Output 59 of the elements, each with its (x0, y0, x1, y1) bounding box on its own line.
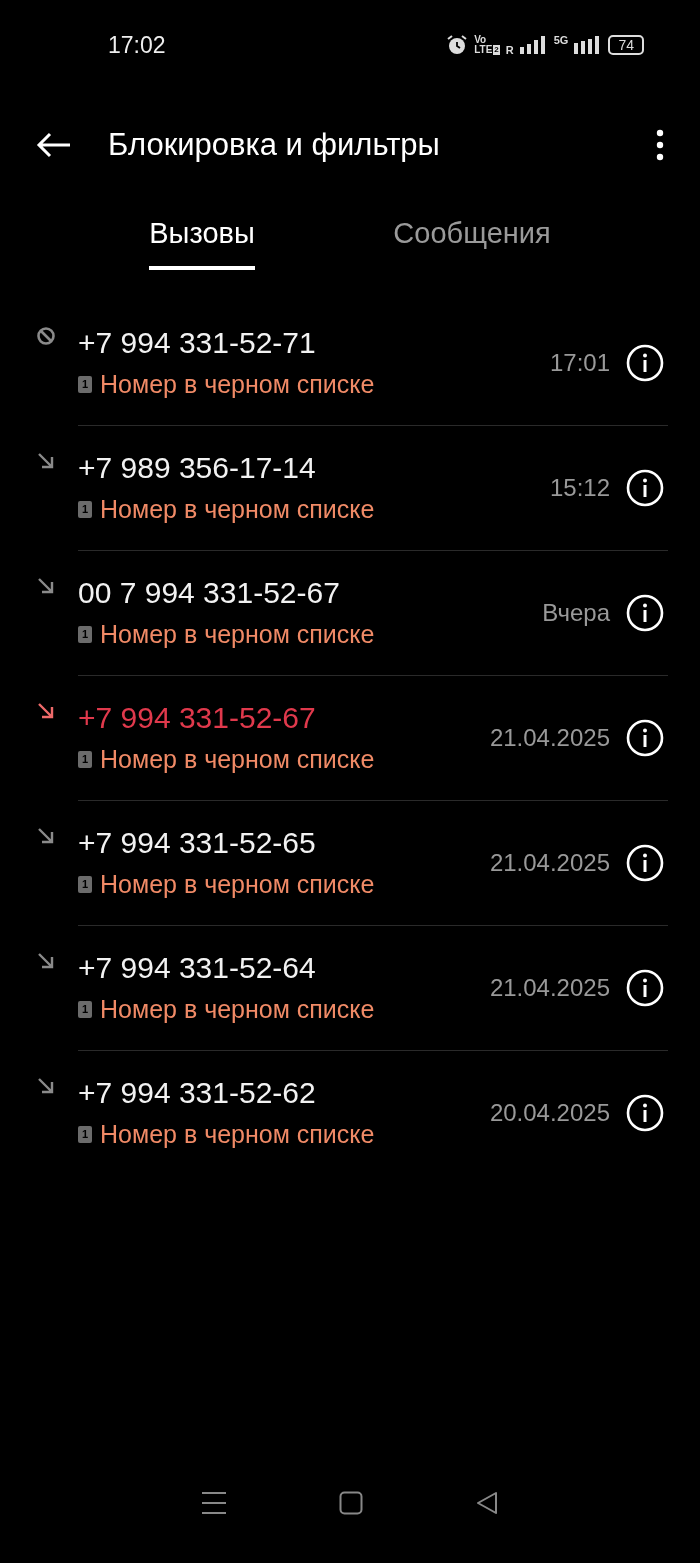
phone-number: 00 7 994 331-52-67 (78, 576, 341, 610)
incoming-arrow-icon (36, 451, 56, 471)
block-reason: Номер в черном списке (100, 870, 375, 899)
info-icon[interactable] (626, 718, 664, 757)
status-time: 17:02 (108, 31, 166, 59)
info-icon[interactable] (626, 968, 664, 1007)
call-time: 21.04.2025 (489, 973, 610, 1002)
tab[interactable]: Сообщения (393, 200, 551, 270)
incoming-arrow-icon (36, 1076, 56, 1096)
block-reason: Номер в черном списке (100, 620, 375, 649)
sim-badge: 1 (78, 626, 92, 643)
phone-number: +7 994 331-52-64 (78, 951, 317, 985)
info-icon[interactable] (626, 843, 664, 882)
sim-badge: 1 (78, 1001, 92, 1018)
call-time: 21.04.2025 (489, 848, 610, 877)
call-time: Вчера (542, 598, 610, 627)
info-icon[interactable] (626, 593, 664, 632)
phone-number: +7 994 331-52-62 (78, 1076, 317, 1110)
blocked-icon (36, 326, 56, 346)
phone-number: +7 994 331-52-65 (78, 826, 317, 860)
roaming-label: R (505, 44, 514, 56)
sim-label: 2 (493, 45, 500, 55)
tab[interactable]: Вызовы (149, 200, 255, 270)
volte-label: Vo (474, 35, 488, 45)
incoming-arrow-icon (36, 826, 56, 846)
phone-number: +7 994 331-52-71 (78, 326, 317, 360)
menu-icon[interactable] (201, 1491, 227, 1515)
call-time: 15:12 (549, 473, 610, 502)
incoming-arrow-icon (36, 951, 56, 971)
call-time: 17:01 (549, 348, 610, 377)
sim-badge: 1 (78, 501, 92, 518)
sim-badge: 1 (78, 751, 92, 768)
lte-label: LTE (474, 45, 493, 55)
incoming-arrow-icon (36, 701, 56, 721)
home-button-icon[interactable] (339, 1491, 363, 1515)
sim-badge: 1 (78, 876, 92, 893)
sim-badge: 1 (78, 1126, 92, 1143)
info-icon[interactable] (626, 468, 664, 507)
block-reason: Номер в черном списке (100, 370, 375, 399)
call-time: 21.04.2025 (489, 723, 610, 752)
page-title: Блокировка и фильтры (108, 127, 441, 163)
sim-badge: 1 (78, 376, 92, 393)
alarm-clock-icon (446, 34, 469, 56)
incoming-arrow-icon (36, 576, 56, 596)
phone-number: +7 989 356-17-14 (78, 451, 317, 485)
block-reason: Номер в черном списке (100, 1120, 375, 1149)
block-reason: Номер в черном списке (100, 995, 375, 1024)
network-label: 5G (553, 34, 569, 46)
block-reason: Номер в черном списке (100, 745, 375, 774)
more-options-icon[interactable] (656, 129, 664, 161)
info-icon[interactable] (626, 343, 664, 382)
phone-number: +7 994 331-52-67 (78, 701, 317, 735)
info-icon[interactable] (626, 1093, 664, 1132)
battery-indicator: 74 (608, 35, 644, 55)
signal-icon (519, 35, 548, 55)
block-reason: Номер в черном списке (100, 495, 375, 524)
back-arrow-icon[interactable] (36, 132, 72, 158)
back-triangle-icon[interactable] (475, 1491, 499, 1515)
call-time: 20.04.2025 (489, 1098, 610, 1127)
